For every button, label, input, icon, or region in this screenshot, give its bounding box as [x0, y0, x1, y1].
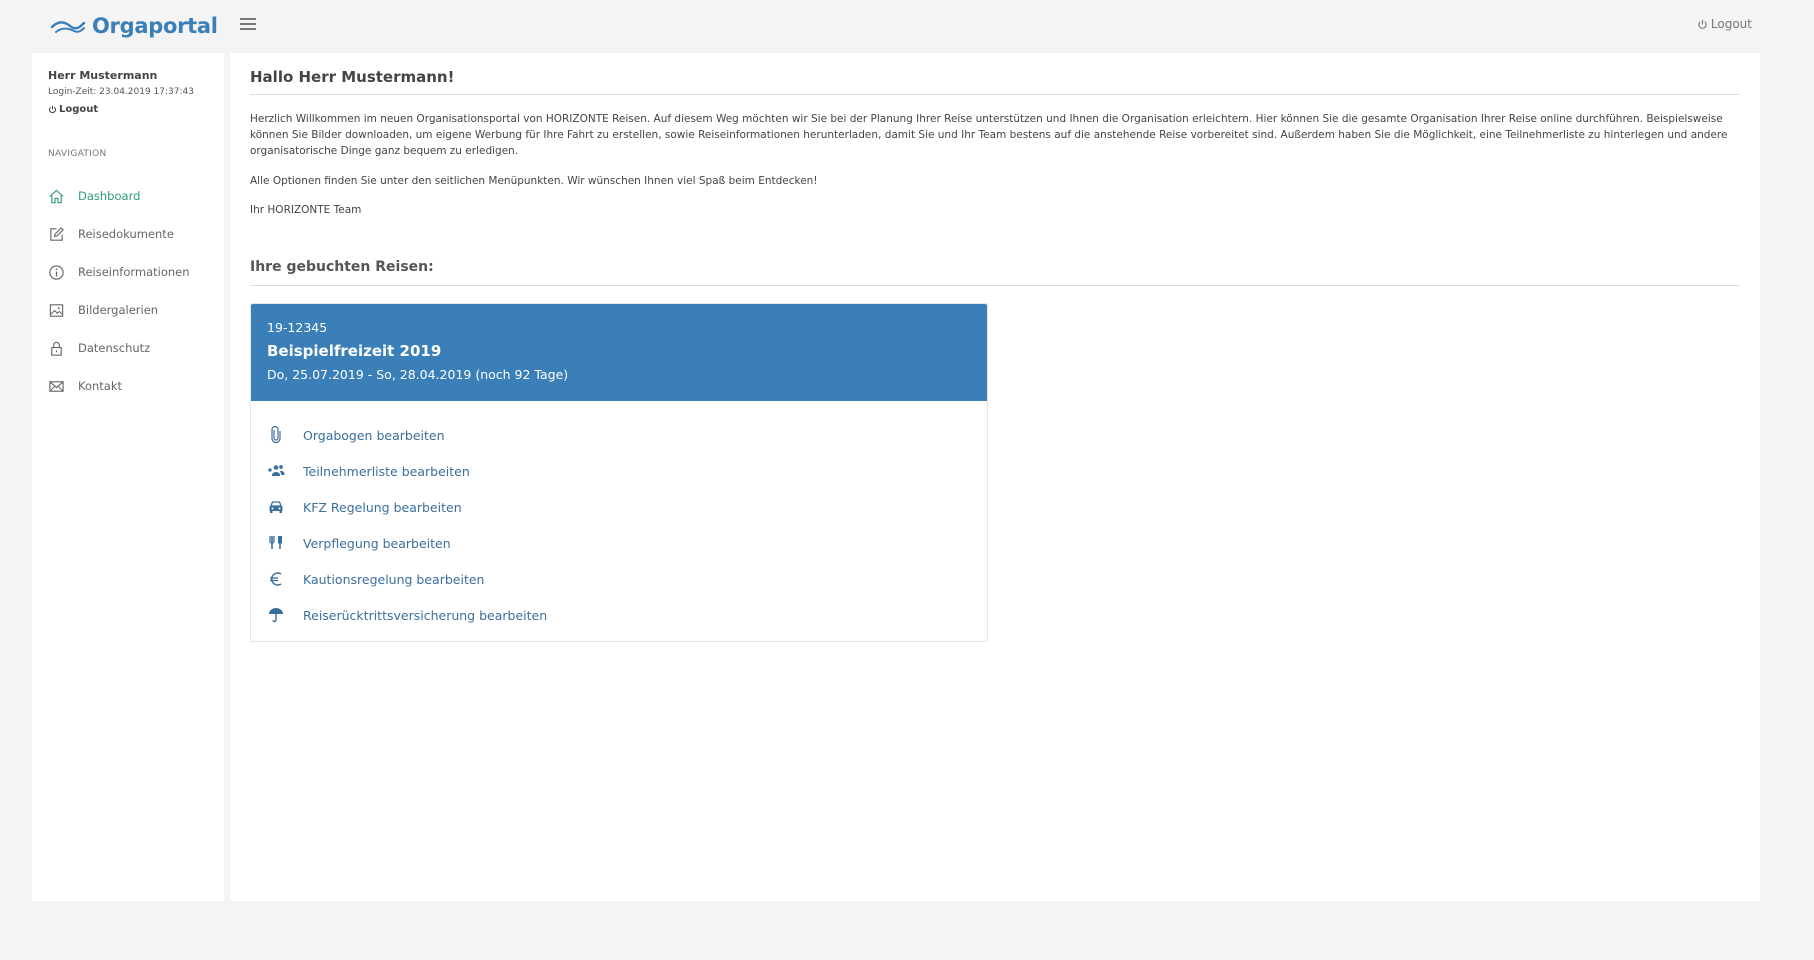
main-content: Hallo Herr Mustermann! Herzlich Willkomm… [230, 53, 1760, 901]
sidebar-item-label: Dashboard [78, 189, 141, 203]
sidebar-item-kontakt[interactable]: Kontakt [48, 367, 218, 405]
action-reiseruecktritt[interactable]: Reiserücktrittsversicherung bearbeiten [267, 597, 547, 633]
sidebar-item-label: Kontakt [78, 379, 123, 393]
action-orgabogen[interactable]: Orgabogen bearbeiten [267, 417, 547, 453]
header-logout-label: Logout [1710, 17, 1752, 31]
paperclip-icon [271, 426, 281, 444]
mail-icon [49, 380, 64, 392]
menu-toggle-icon[interactable] [240, 18, 256, 32]
trip-number: 19-12345 [267, 320, 328, 335]
action-label: KFZ Regelung bearbeiten [303, 499, 462, 515]
image-icon [49, 303, 64, 317]
sidebar-item-reisedokumente[interactable]: Reisedokumente [48, 215, 218, 253]
info-icon [49, 264, 64, 280]
brand-name: Orgaportal [92, 14, 218, 38]
sidebar-nav: Dashboard Reisedokumente Reiseinformatio… [48, 183, 218, 411]
sidebar-item-label: Reisedokumente [78, 227, 174, 241]
sidebar-item-datenschutz[interactable]: Datenschutz [48, 329, 218, 367]
signature-text: Ihr HORIZONTE Team [250, 204, 362, 216]
booked-trips-title: Ihre gebuchten Reisen: [250, 259, 434, 275]
sidebar-item-bildergalerien[interactable]: Bildergalerien [48, 291, 218, 329]
trip-actions: Orgabogen bearbeiten Teilnehmerliste bea… [267, 417, 547, 633]
sidebar-logout-label: Logout [59, 104, 99, 115]
action-label: Verpflegung bearbeiten [303, 535, 451, 551]
top-bar: Orgaportal Logout [0, 0, 1814, 52]
sidebar-logout-link[interactable]: Logout [48, 104, 98, 115]
brand-logo[interactable]: Orgaportal [50, 10, 218, 42]
intro-text: Herzlich Willkommen im neuen Organisatio… [250, 113, 1728, 157]
add-users-icon [268, 465, 285, 476]
header-logout-link[interactable]: Logout [1697, 17, 1752, 31]
lock-icon [51, 341, 62, 356]
home-icon [49, 189, 64, 203]
car-icon [269, 501, 283, 513]
umbrella-icon [269, 608, 283, 623]
page-title: Hallo Herr Mustermann! [250, 68, 455, 86]
options-text: Alle Optionen finden Sie unter den seitl… [250, 175, 818, 187]
wave-logo-icon [50, 21, 86, 33]
action-label: Reiserücktrittsversicherung bearbeiten [303, 607, 548, 623]
action-teilnehmerliste[interactable]: Teilnehmerliste bearbeiten [267, 453, 547, 489]
sidebar: Herr Mustermann Login-Zeit: 23.04.2019 1… [32, 53, 224, 901]
nav-heading: NAVIGATION [48, 149, 107, 159]
sidebar-item-label: Reiseinformationen [78, 265, 190, 279]
action-label: Kautionsregelung bearbeiten [303, 571, 485, 587]
action-label: Orgabogen bearbeiten [303, 427, 445, 443]
euro-icon [270, 572, 282, 586]
power-icon [48, 105, 57, 114]
sidebar-item-reiseinformationen[interactable]: Reiseinformationen [48, 253, 218, 291]
action-label: Teilnehmerliste bearbeiten [303, 463, 470, 479]
divider [250, 94, 1740, 95]
trip-card: 19-12345 Beispielfreizeit 2019 Do, 25.07… [250, 303, 988, 642]
trip-card-header: 19-12345 Beispielfreizeit 2019 Do, 25.07… [251, 304, 987, 401]
edit-icon [50, 226, 64, 241]
trip-dates: Do, 25.07.2019 - So, 28.04.2019 (noch 92… [267, 367, 569, 382]
sidebar-item-dashboard[interactable]: Dashboard [48, 177, 218, 215]
sidebar-item-label: Bildergalerien [78, 303, 159, 317]
user-name: Herr Mustermann [48, 69, 158, 82]
divider [250, 285, 1740, 286]
utensils-icon [269, 536, 282, 549]
action-kautionsregelung[interactable]: Kautionsregelung bearbeiten [267, 561, 547, 597]
power-icon [1698, 19, 1707, 29]
action-verpflegung[interactable]: Verpflegung bearbeiten [267, 525, 547, 561]
login-time: Login-Zeit: 23.04.2019 17:37:43 [48, 87, 194, 97]
action-kfz-regelung[interactable]: KFZ Regelung bearbeiten [267, 489, 547, 525]
sidebar-item-label: Datenschutz [78, 341, 151, 355]
trip-title: Beispielfreizeit 2019 [267, 342, 442, 360]
